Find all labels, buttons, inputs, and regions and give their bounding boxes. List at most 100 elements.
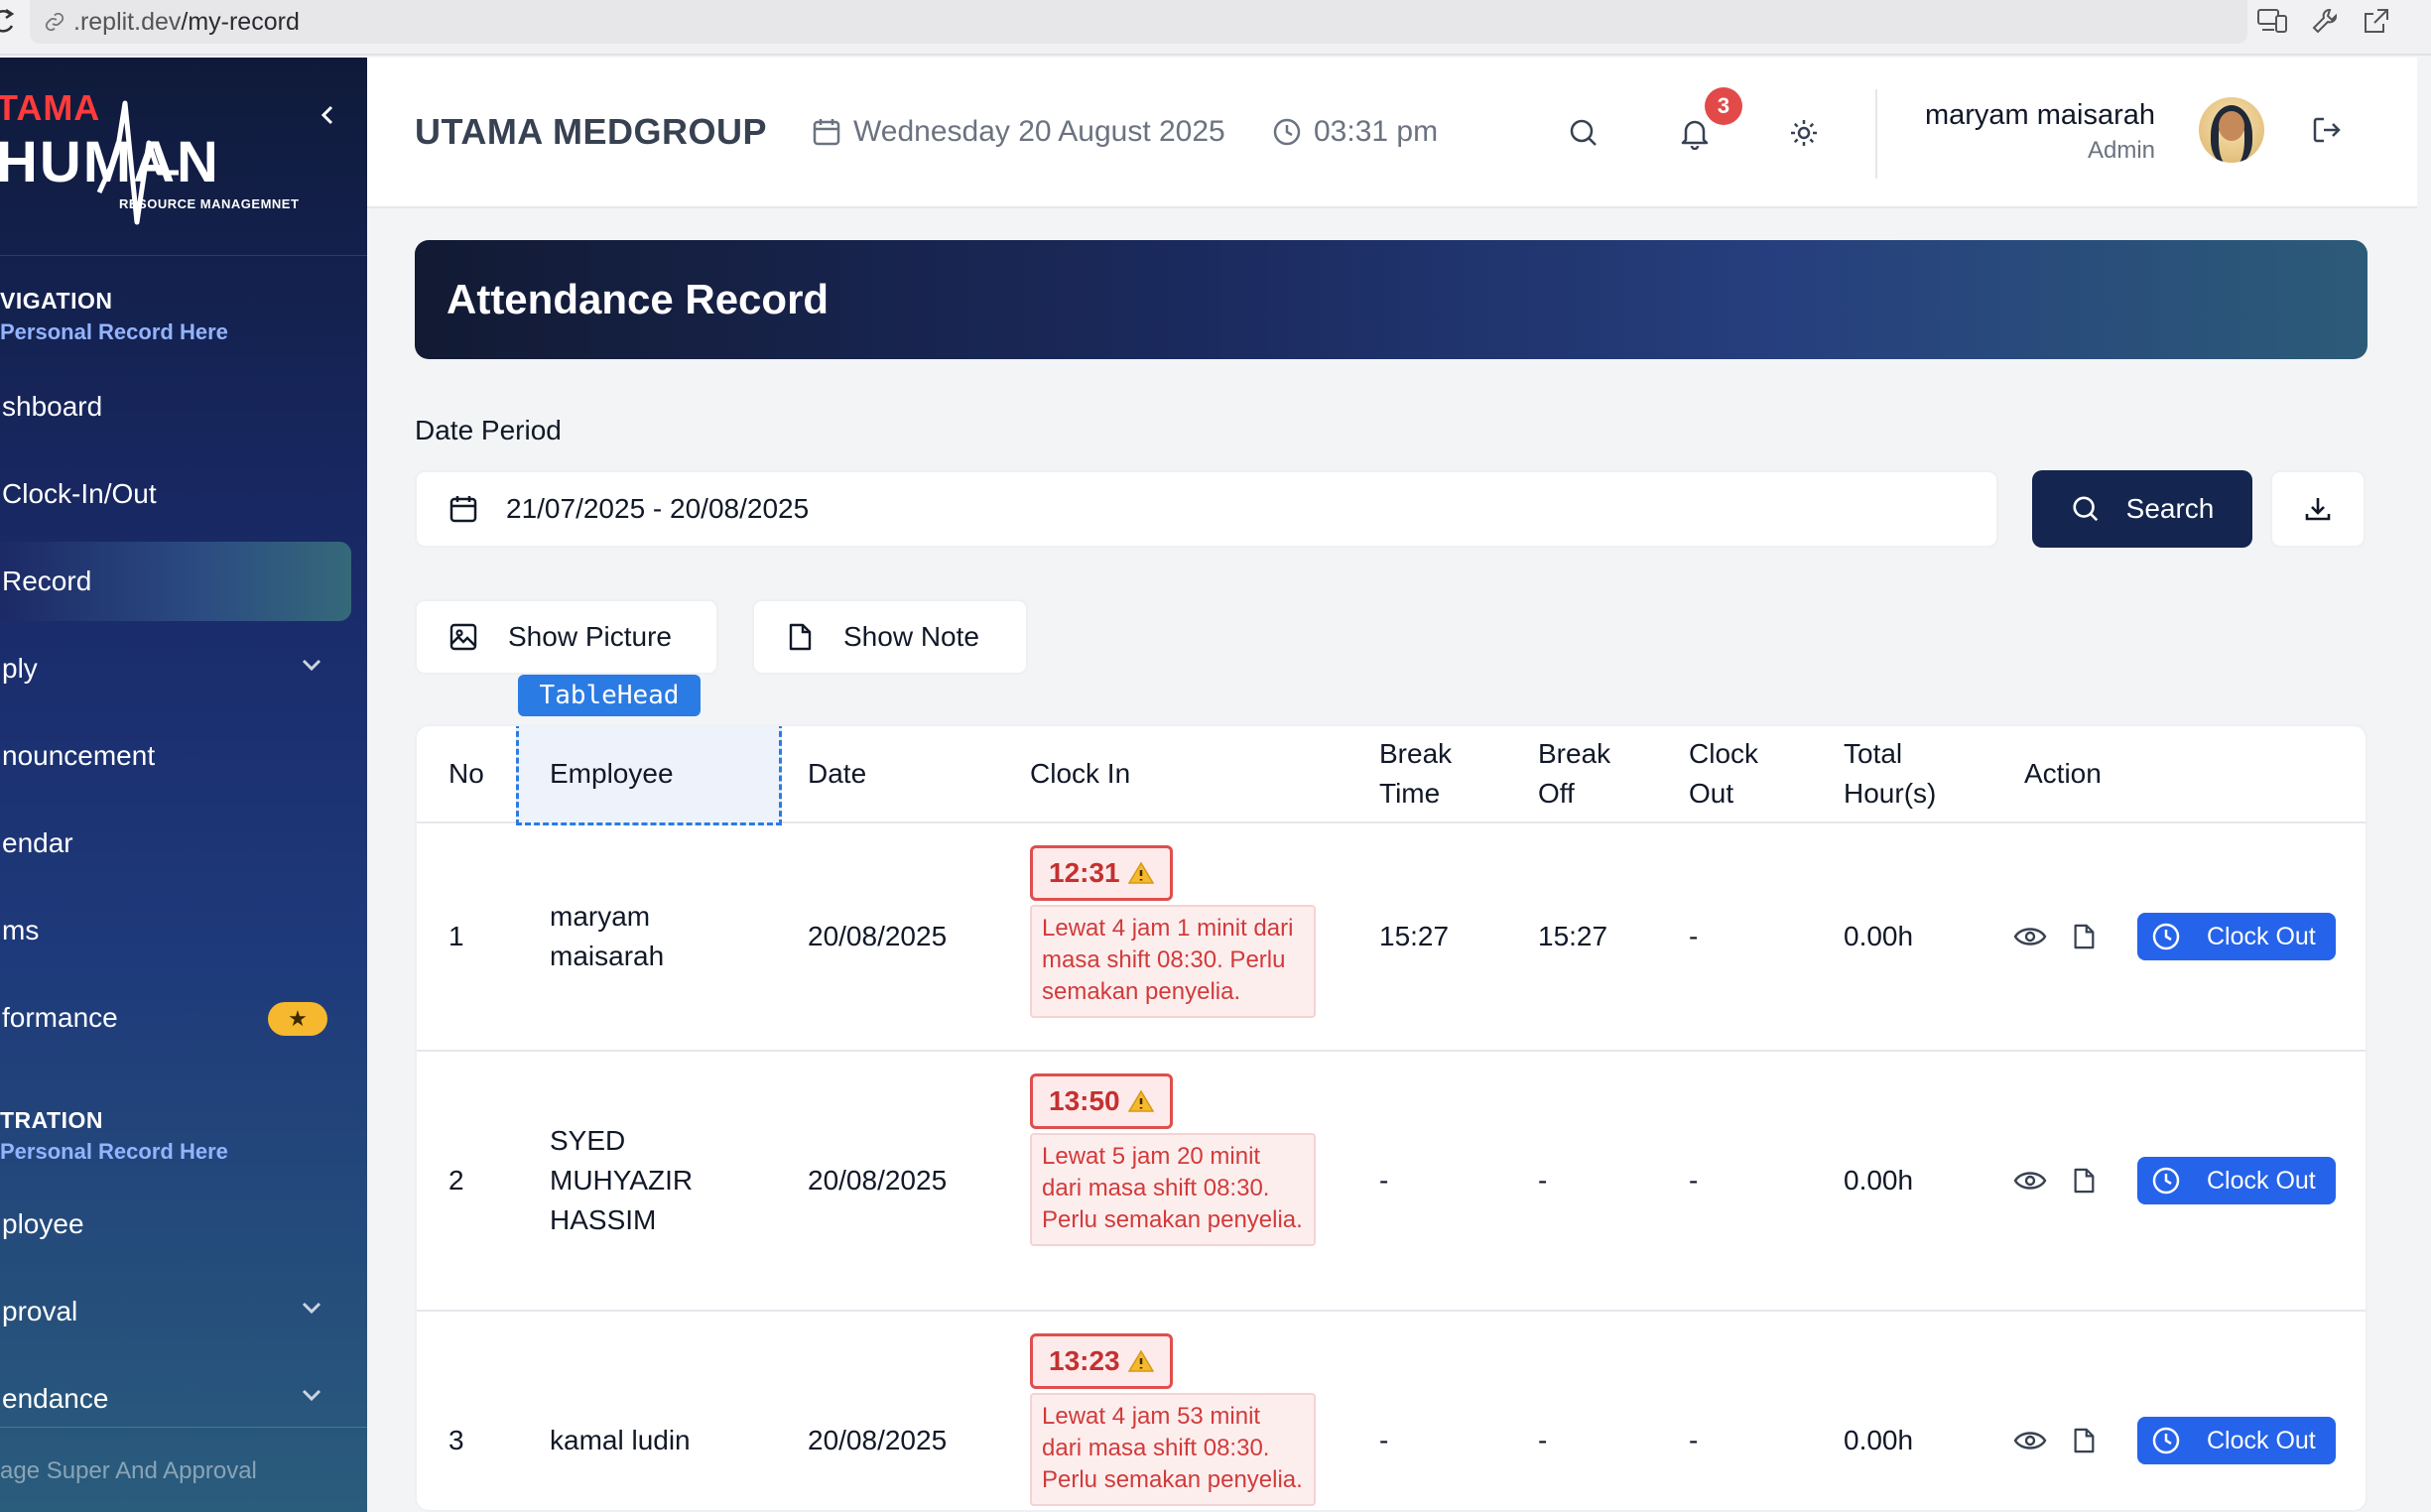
notification-count-badge: 3 bbox=[1705, 87, 1742, 125]
settings-button[interactable] bbox=[1784, 113, 1824, 153]
record-date: 20/08/2025 bbox=[808, 1425, 948, 1455]
date-range-value: 21/07/2025 - 20/08/2025 bbox=[506, 493, 810, 524]
employee-name-line: kamal ludin bbox=[550, 1425, 691, 1455]
date-period-label: Date Period bbox=[415, 415, 562, 445]
sidebar-item-employee[interactable]: ployee bbox=[0, 1185, 351, 1264]
warning-icon bbox=[1127, 1089, 1154, 1113]
avatar-face-shape bbox=[2219, 111, 2244, 141]
attendance-table: No Employee Date Clock In Break Time Bre… bbox=[415, 724, 2367, 1512]
download-button[interactable] bbox=[2270, 470, 2366, 548]
address-bar[interactable]: .replit.dev/my-record bbox=[30, 0, 2247, 44]
column-header-line: Out bbox=[1689, 778, 1734, 809]
break-off: - bbox=[1538, 1425, 1548, 1455]
late-note: Lewat 4 jam 1 minit dari masa shift 08:3… bbox=[1030, 905, 1316, 1018]
gear-icon bbox=[1791, 120, 1817, 146]
employee-name-line: maryam bbox=[550, 901, 651, 932]
admin-section-title: TRATION bbox=[0, 1107, 104, 1133]
break-time: 15:27 bbox=[1379, 921, 1450, 951]
column-header-clock-out: Clock Out bbox=[1689, 734, 1758, 814]
top-header: UTAMA MEDGROUP Wednesday 20 August 2025 … bbox=[367, 58, 2417, 208]
logout-button[interactable] bbox=[2310, 113, 2344, 147]
devices-icon[interactable] bbox=[2256, 6, 2288, 36]
row-number: 1 bbox=[448, 921, 464, 951]
download-icon bbox=[2305, 498, 2331, 521]
logout-icon bbox=[2313, 117, 2341, 143]
clock-out: - bbox=[1689, 1425, 1699, 1455]
sidebar-item-label: ms bbox=[2, 915, 40, 945]
wrench-icon[interactable] bbox=[2310, 6, 2340, 36]
calendar-icon bbox=[449, 496, 477, 523]
search-button[interactable] bbox=[1564, 113, 1603, 153]
chevron-down-icon bbox=[302, 1389, 321, 1402]
sidebar-footer[interactable]: age Super And Approval bbox=[0, 1427, 367, 1512]
clock-out-label: Clock Out bbox=[2207, 1426, 2316, 1454]
clock-in-time: 12:31 bbox=[1049, 857, 1120, 888]
collapse-sidebar-button[interactable] bbox=[316, 95, 339, 135]
search-records-button[interactable]: Search bbox=[2032, 470, 2252, 548]
sidebar-item-calendar[interactable]: endar bbox=[0, 804, 351, 883]
avatar[interactable] bbox=[2199, 97, 2264, 163]
warning-icon bbox=[1127, 1349, 1154, 1373]
sidebar-item-announcement[interactable]: nouncement bbox=[0, 716, 351, 796]
show-picture-button[interactable]: Show Picture bbox=[415, 599, 718, 675]
show-note-button[interactable]: Show Note bbox=[752, 599, 1028, 675]
late-note: Lewat 5 jam 20 minit dari masa shift 08:… bbox=[1030, 1133, 1316, 1246]
sidebar-item-label: ply bbox=[2, 653, 38, 684]
clock-out-button[interactable]: Clock Out bbox=[2137, 1157, 2336, 1204]
user-role: Admin bbox=[2087, 137, 2155, 164]
sidebar-item-dashboard[interactable]: shboard bbox=[0, 367, 351, 446]
sidebar-item-label: proval bbox=[2, 1296, 78, 1326]
view-record-button[interactable] bbox=[2010, 1161, 2050, 1200]
employee-name-line: maisarah bbox=[550, 941, 665, 971]
sidebar-item-approval[interactable]: proval bbox=[0, 1272, 351, 1351]
company-name: UTAMA MEDGROUP bbox=[415, 111, 767, 152]
date-range-picker[interactable]: 21/07/2025 - 20/08/2025 bbox=[415, 470, 1998, 548]
star-icon: ★ bbox=[268, 1002, 327, 1036]
heartbeat-logo-icon bbox=[96, 100, 179, 225]
url-path: /my-record bbox=[181, 7, 300, 36]
nav-section-title: VIGATION bbox=[0, 288, 113, 314]
sidebar-item-apply[interactable]: ply bbox=[0, 629, 351, 708]
warning-icon bbox=[1127, 861, 1154, 885]
eye-icon bbox=[2013, 1432, 2047, 1449]
reload-icon[interactable] bbox=[0, 6, 18, 36]
clock-icon bbox=[2152, 923, 2180, 950]
chevron-left-icon bbox=[320, 105, 333, 125]
view-note-button[interactable] bbox=[2064, 1421, 2104, 1460]
sidebar-item-label: endance bbox=[2, 1383, 109, 1414]
view-record-button[interactable] bbox=[2010, 1421, 2050, 1460]
search-icon bbox=[1570, 119, 1597, 146]
sidebar-item-clock-in-out[interactable]: Clock-In/Out bbox=[0, 454, 351, 534]
clock-in-late-badge: 12:31 bbox=[1030, 845, 1173, 901]
record-date: 20/08/2025 bbox=[808, 921, 948, 951]
clock-in-time: 13:50 bbox=[1049, 1085, 1120, 1116]
brand-sub-text: RESOURCE MANAGEMNET bbox=[119, 196, 300, 211]
header-time: 03:31 pm bbox=[1272, 115, 1438, 149]
sidebar-item-label: formance bbox=[2, 1002, 118, 1033]
file-icon bbox=[2074, 1168, 2095, 1194]
sidebar-item-label: Record bbox=[2, 566, 92, 596]
page-title: Attendance Record bbox=[447, 276, 830, 322]
sidebar-item-performance[interactable]: formance ★ bbox=[0, 978, 351, 1058]
clock-out-button[interactable]: Clock Out bbox=[2137, 913, 2336, 960]
break-time: - bbox=[1379, 1425, 1389, 1455]
sidebar-item-record[interactable]: Record bbox=[0, 542, 351, 621]
column-header-clock-in: Clock In bbox=[1030, 758, 1131, 789]
browser-toolbar: .replit.dev/my-record bbox=[0, 0, 2431, 56]
sidebar-item-forms[interactable]: ms bbox=[0, 891, 351, 970]
header-date-text: Wednesday 20 August 2025 bbox=[853, 115, 1225, 148]
clock-out-button[interactable]: Clock Out bbox=[2137, 1417, 2336, 1464]
chevron-down-icon bbox=[302, 659, 321, 672]
view-note-button[interactable] bbox=[2064, 1161, 2104, 1200]
sidebar-item-label: nouncement bbox=[2, 740, 156, 771]
notifications-button[interactable] bbox=[1675, 113, 1715, 153]
file-icon bbox=[2074, 1428, 2095, 1453]
external-link-icon[interactable] bbox=[2362, 6, 2391, 36]
view-record-button[interactable] bbox=[2010, 917, 2050, 956]
sidebar-item-label: Clock-In/Out bbox=[2, 478, 157, 509]
clock-out-label: Clock Out bbox=[2207, 922, 2316, 950]
clock-out: - bbox=[1689, 921, 1699, 951]
column-header-line: Time bbox=[1379, 778, 1441, 809]
employee-name: SYED MUHYAZIR HASSIM bbox=[550, 1121, 693, 1240]
view-note-button[interactable] bbox=[2064, 917, 2104, 956]
